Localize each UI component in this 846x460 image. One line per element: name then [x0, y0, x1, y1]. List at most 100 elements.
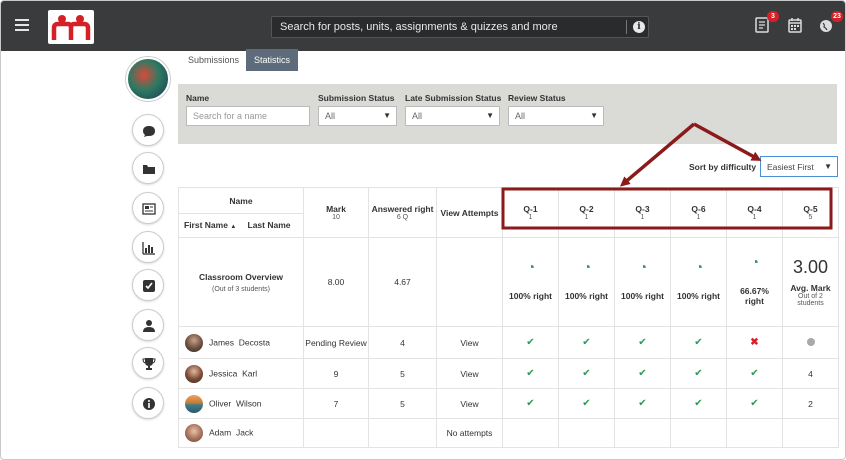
comment-icon	[143, 126, 155, 137]
name-header-cell: Name First Name ▲ Last Name	[178, 187, 304, 238]
result-cell: 2	[782, 388, 839, 419]
question-header-q5[interactable]: Q-5 5	[782, 187, 839, 238]
pie-chart-icon	[698, 265, 702, 268]
submission-status-value: All	[325, 111, 336, 121]
question-label: Q-5	[803, 204, 818, 214]
question-header-q1[interactable]: Q-1 1	[502, 187, 559, 238]
rail-posts-button[interactable]	[132, 114, 164, 146]
caret-down-icon: ▼	[590, 111, 598, 120]
statistics-table: Name First Name ▲ Last Name Mark 10 Answe…	[178, 187, 839, 448]
answered-count: 5	[368, 388, 437, 419]
rail-tasks-button[interactable]	[132, 269, 164, 301]
question-label: Q-4	[747, 204, 762, 214]
mark-value	[303, 418, 369, 448]
tab-submissions[interactable]: Submissions	[180, 49, 247, 71]
mark-pending-review: Pending Review	[303, 326, 369, 359]
question-header-q4[interactable]: Q-4 1	[726, 187, 783, 238]
overview-q4-stat: 66.67% right	[740, 286, 769, 306]
submission-status-select[interactable]: All ▼	[318, 106, 397, 126]
rail-members-button[interactable]	[132, 309, 164, 341]
question-label: Q-1	[523, 204, 538, 214]
result-cell: ✔	[558, 358, 615, 389]
late-submission-status-select[interactable]: All ▼	[405, 106, 500, 126]
overview-q3: 100% right	[614, 237, 671, 327]
folder-icon	[143, 165, 155, 174]
question-label: Q-6	[691, 204, 706, 214]
question-label: Q-2	[579, 204, 594, 214]
overview-q1-stat: 100% right	[509, 291, 552, 301]
avatar	[185, 333, 203, 352]
name-filter-label: Name	[186, 93, 210, 103]
overview-q2-stat: 100% right	[565, 291, 608, 301]
view-attempts-link[interactable]: View	[436, 358, 503, 389]
rail-info-button[interactable]	[132, 387, 164, 419]
name-search-input[interactable]: Search for a name	[186, 106, 310, 126]
question-header-q2[interactable]: Q-2 1	[558, 187, 615, 238]
tab-statistics[interactable]: Statistics	[246, 49, 299, 71]
pie-chart-icon	[642, 265, 646, 268]
mark-value: 7	[303, 388, 369, 419]
last-name: Karl	[242, 367, 258, 378]
class-avatar[interactable]	[126, 57, 170, 101]
question-points: 1	[528, 214, 533, 221]
question-label: Q-3	[635, 204, 650, 214]
view-attempts-link[interactable]: View	[436, 388, 503, 419]
globe-icon[interactable]: 23	[819, 11, 843, 35]
info-icon[interactable]: i	[633, 21, 645, 33]
table-row: James Decosta Pending Review 4 View ✔ ✔ …	[178, 326, 839, 359]
calendar-icon[interactable]	[788, 17, 804, 35]
rail-trophy-button[interactable]	[132, 347, 164, 379]
result-cell: ✔	[614, 326, 671, 359]
overview-title: Classroom Overview	[198, 271, 284, 282]
sort-asc-icon: ▲	[230, 224, 237, 230]
table-row: Oliver Wilson 7 5 View ✔ ✔ ✔ ✔ ✔ 2	[178, 388, 839, 419]
rail-folder-button[interactable]	[132, 152, 164, 184]
menu-icon[interactable]	[15, 19, 29, 31]
rail-stats-button[interactable]	[132, 231, 164, 263]
check-icon: ✔	[582, 368, 591, 379]
result-cell: ✔	[558, 326, 615, 359]
overview-q2: 100% right	[558, 237, 615, 327]
view-attempts-link[interactable]: View	[436, 326, 503, 359]
caret-down-icon: ▼	[383, 111, 391, 120]
question-header-q3[interactable]: Q-3 1	[614, 187, 671, 238]
question-header-q6[interactable]: Q-6 1	[670, 187, 727, 238]
avatar	[185, 424, 203, 442]
overview-view-cell	[436, 237, 503, 327]
result-cell	[726, 418, 783, 448]
mark-value: 9	[303, 358, 369, 389]
pie-wedge	[586, 265, 590, 268]
first-name-sort[interactable]: First Name ▲	[180, 214, 240, 237]
overview-answered: 4.67	[368, 237, 437, 327]
pie-chart-icon	[586, 265, 590, 268]
overview-q1: 100% right	[502, 237, 559, 327]
global-search-input[interactable]: Search for posts, units, assignments & q…	[271, 16, 649, 38]
sort-difficulty-select[interactable]: Easiest First ▼	[760, 156, 838, 177]
view-header-cell: View Attempts	[436, 187, 503, 238]
assignment-icon[interactable]: 3	[755, 11, 779, 35]
late-submission-status-value: All	[412, 111, 423, 121]
overview-mark: 8.00	[303, 237, 369, 327]
pie-chart-icon	[754, 260, 758, 263]
pie-wedge	[754, 260, 758, 263]
pie-chart-icon	[530, 265, 534, 268]
rail-news-button[interactable]	[132, 192, 164, 224]
review-status-select[interactable]: All ▼	[508, 106, 604, 126]
last-name: Wilson	[235, 397, 262, 408]
check-icon: ✔	[582, 398, 591, 409]
result-cell	[782, 326, 839, 359]
overview-title-cell: Classroom Overview (Out of 3 students)	[178, 237, 304, 327]
check-icon: ✔	[638, 337, 647, 348]
result-cell: ✔	[726, 388, 783, 419]
result-cell	[558, 418, 615, 448]
app-logo[interactable]	[48, 10, 94, 44]
check-icon: ✔	[526, 337, 535, 348]
answered-count	[368, 418, 437, 448]
question-points: 1	[696, 214, 701, 221]
info-circle-icon	[143, 398, 155, 410]
result-cell: ✔	[558, 388, 615, 419]
last-name-header[interactable]: Last Name	[240, 214, 303, 237]
overview-q5: 3.00 Avg. Mark Out of 2 students	[782, 237, 839, 327]
answered-header-cell: Answered right 6 Q	[368, 187, 437, 238]
student-name-cell: Jessica Karl	[178, 358, 304, 389]
